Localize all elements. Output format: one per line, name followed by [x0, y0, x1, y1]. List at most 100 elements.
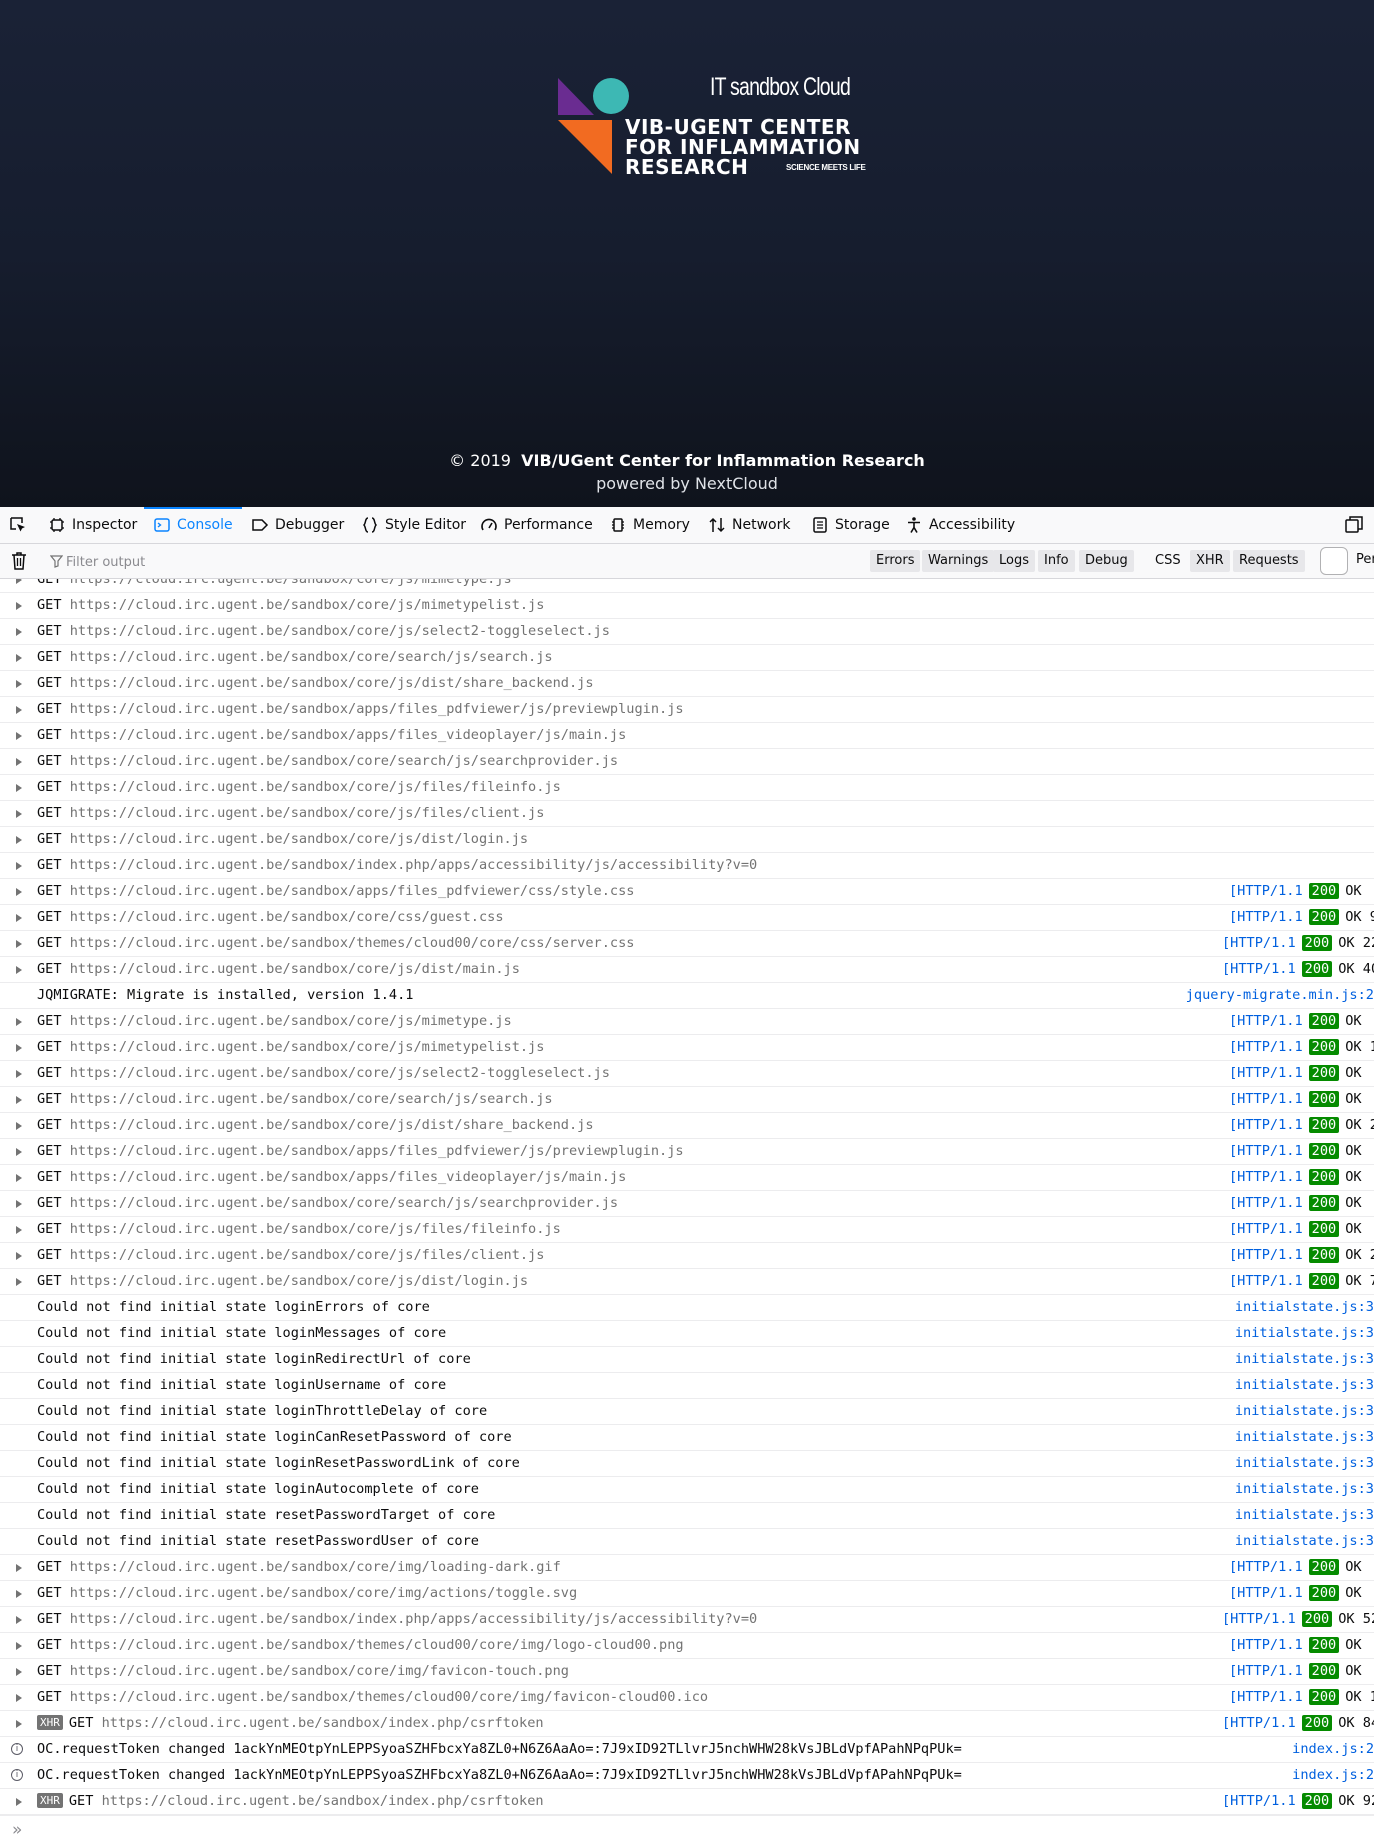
- expand-triangle-icon[interactable]: [16, 1590, 22, 1598]
- network-request-row[interactable]: XHR GET https://cloud.irc.ugent.be/sandbo…: [0, 1711, 1374, 1737]
- request-url[interactable]: https://cloud.irc.ugent.be/sandbox/core/…: [70, 779, 561, 795]
- tab-console[interactable]: Console: [153, 507, 233, 543]
- expand-triangle-icon[interactable]: [16, 1278, 22, 1286]
- tab-network[interactable]: Network: [708, 507, 790, 543]
- network-request-row[interactable]: GET https://cloud.irc.ugent.be/sandbox/c…: [0, 1009, 1374, 1035]
- expand-triangle-icon[interactable]: [16, 654, 22, 662]
- request-url[interactable]: https://cloud.irc.ugent.be/sandbox/core/…: [70, 753, 618, 769]
- expand-triangle-icon[interactable]: [16, 1616, 22, 1624]
- network-request-row[interactable]: GET https://cloud.irc.ugent.be/sandbox/c…: [0, 593, 1374, 619]
- network-request-row[interactable]: GET https://cloud.irc.ugent.be/sandbox/c…: [0, 579, 1374, 593]
- network-request-row[interactable]: GET https://cloud.irc.ugent.be/sandbox/a…: [0, 1139, 1374, 1165]
- network-request-row[interactable]: GET https://cloud.irc.ugent.be/sandbox/c…: [0, 905, 1374, 931]
- request-url[interactable]: https://cloud.irc.ugent.be/sandbox/core/…: [70, 1039, 545, 1055]
- expand-triangle-icon[interactable]: [16, 1798, 22, 1806]
- persist-logs-checkbox[interactable]: [1320, 547, 1348, 575]
- expand-triangle-icon[interactable]: [16, 810, 22, 818]
- network-request-row[interactable]: GET https://cloud.irc.ugent.be/sandbox/c…: [0, 1243, 1374, 1269]
- source-location-link[interactable]: initialstate.js:3: [1235, 1373, 1374, 1398]
- source-location-link[interactable]: initialstate.js:3: [1235, 1321, 1374, 1346]
- expand-triangle-icon[interactable]: [16, 579, 22, 584]
- network-request-row[interactable]: GET https://cloud.irc.ugent.be/sandbox/a…: [0, 879, 1374, 905]
- request-url[interactable]: https://cloud.irc.ugent.be/sandbox/apps/…: [70, 727, 627, 743]
- network-request-row[interactable]: GET https://cloud.irc.ugent.be/sandbox/a…: [0, 1165, 1374, 1191]
- request-url[interactable]: https://cloud.irc.ugent.be/sandbox/index…: [102, 1793, 544, 1809]
- expand-triangle-icon[interactable]: [16, 836, 22, 844]
- source-location-link[interactable]: initialstate.js:3: [1235, 1451, 1374, 1476]
- network-request-row[interactable]: GET https://cloud.irc.ugent.be/sandbox/c…: [0, 801, 1374, 827]
- request-url[interactable]: https://cloud.irc.ugent.be/sandbox/index…: [70, 857, 757, 873]
- request-url[interactable]: https://cloud.irc.ugent.be/sandbox/core/…: [70, 579, 512, 587]
- source-location-link[interactable]: index.js:2: [1292, 1737, 1374, 1762]
- copyright-owner-link[interactable]: VIB/UGent Center for Inflammation Resear…: [521, 451, 925, 470]
- expand-triangle-icon[interactable]: [16, 1564, 22, 1572]
- expand-triangle-icon[interactable]: [16, 1642, 22, 1650]
- expand-triangle-icon[interactable]: [16, 1122, 22, 1130]
- filter-requests-button[interactable]: Requests: [1233, 550, 1305, 572]
- request-url[interactable]: https://cloud.irc.ugent.be/sandbox/index…: [102, 1715, 544, 1731]
- expand-triangle-icon[interactable]: [16, 1096, 22, 1104]
- source-location-link[interactable]: initialstate.js:3: [1235, 1399, 1374, 1424]
- network-request-row[interactable]: GET https://cloud.irc.ugent.be/sandbox/c…: [0, 957, 1374, 983]
- request-url[interactable]: https://cloud.irc.ugent.be/sandbox/core/…: [70, 1273, 528, 1289]
- network-request-row[interactable]: GET https://cloud.irc.ugent.be/sandbox/t…: [0, 1685, 1374, 1711]
- expand-triangle-icon[interactable]: [16, 1070, 22, 1078]
- request-url[interactable]: https://cloud.irc.ugent.be/sandbox/core/…: [70, 623, 610, 639]
- network-request-row[interactable]: GET https://cloud.irc.ugent.be/sandbox/c…: [0, 1555, 1374, 1581]
- request-url[interactable]: https://cloud.irc.ugent.be/sandbox/apps/…: [70, 701, 684, 717]
- network-request-row[interactable]: GET https://cloud.irc.ugent.be/sandbox/c…: [0, 1087, 1374, 1113]
- network-request-row[interactable]: GET https://cloud.irc.ugent.be/sandbox/c…: [0, 749, 1374, 775]
- network-request-row[interactable]: GET https://cloud.irc.ugent.be/sandbox/t…: [0, 931, 1374, 957]
- expand-triangle-icon[interactable]: [16, 1148, 22, 1156]
- request-url[interactable]: https://cloud.irc.ugent.be/sandbox/core/…: [70, 1065, 610, 1081]
- network-request-row[interactable]: GET https://cloud.irc.ugent.be/sandbox/c…: [0, 775, 1374, 801]
- tab-performance[interactable]: Performance: [480, 507, 593, 543]
- expand-triangle-icon[interactable]: [16, 1226, 22, 1234]
- network-request-row[interactable]: GET https://cloud.irc.ugent.be/sandbox/c…: [0, 1659, 1374, 1685]
- request-url[interactable]: https://cloud.irc.ugent.be/sandbox/theme…: [70, 935, 635, 951]
- expand-triangle-icon[interactable]: [16, 1720, 22, 1728]
- request-url[interactable]: https://cloud.irc.ugent.be/sandbox/apps/…: [70, 1143, 684, 1159]
- expand-triangle-icon[interactable]: [16, 1044, 22, 1052]
- expand-triangle-icon[interactable]: [16, 966, 22, 974]
- request-url[interactable]: https://cloud.irc.ugent.be/sandbox/core/…: [70, 1195, 618, 1211]
- network-request-row[interactable]: GET https://cloud.irc.ugent.be/sandbox/c…: [0, 619, 1374, 645]
- network-request-row[interactable]: GET https://cloud.irc.ugent.be/sandbox/a…: [0, 723, 1374, 749]
- request-url[interactable]: https://cloud.irc.ugent.be/sandbox/apps/…: [70, 883, 635, 899]
- network-request-row[interactable]: GET https://cloud.irc.ugent.be/sandbox/t…: [0, 1633, 1374, 1659]
- filter-debug-button[interactable]: Debug: [1079, 550, 1134, 572]
- expand-triangle-icon[interactable]: [16, 628, 22, 636]
- filter-xhr-button[interactable]: XHR: [1190, 550, 1230, 572]
- tab-memory[interactable]: Memory: [609, 507, 690, 543]
- request-url[interactable]: https://cloud.irc.ugent.be/sandbox/theme…: [70, 1637, 684, 1653]
- element-picker-button[interactable]: [8, 507, 28, 543]
- expand-triangle-icon[interactable]: [16, 1252, 22, 1260]
- expand-triangle-icon[interactable]: [16, 914, 22, 922]
- source-location-link[interactable]: initialstate.js:3: [1235, 1529, 1374, 1554]
- request-url[interactable]: https://cloud.irc.ugent.be/sandbox/core/…: [70, 961, 520, 977]
- expand-triangle-icon[interactable]: [16, 732, 22, 740]
- trash-icon[interactable]: [9, 550, 29, 572]
- console-input[interactable]: »: [0, 1815, 1374, 1841]
- request-url[interactable]: https://cloud.irc.ugent.be/sandbox/index…: [70, 1611, 757, 1627]
- request-url[interactable]: https://cloud.irc.ugent.be/sandbox/core/…: [70, 675, 594, 691]
- request-url[interactable]: https://cloud.irc.ugent.be/sandbox/core/…: [70, 1585, 577, 1601]
- network-request-row[interactable]: GET https://cloud.irc.ugent.be/sandbox/a…: [0, 697, 1374, 723]
- source-location-link[interactable]: initialstate.js:3: [1235, 1425, 1374, 1450]
- network-request-row[interactable]: GET https://cloud.irc.ugent.be/sandbox/c…: [0, 1217, 1374, 1243]
- expand-triangle-icon[interactable]: [16, 1200, 22, 1208]
- network-request-row[interactable]: GET https://cloud.irc.ugent.be/sandbox/c…: [0, 671, 1374, 697]
- expand-triangle-icon[interactable]: [16, 1174, 22, 1182]
- filter-css-button[interactable]: CSS: [1149, 550, 1187, 572]
- expand-triangle-icon[interactable]: [16, 784, 22, 792]
- request-url[interactable]: https://cloud.irc.ugent.be/sandbox/theme…: [70, 1689, 708, 1705]
- source-location-link[interactable]: jquery-migrate.min.js:2: [1186, 983, 1374, 1008]
- network-request-row[interactable]: GET https://cloud.irc.ugent.be/sandbox/c…: [0, 1061, 1374, 1087]
- console-output[interactable]: GET https://cloud.irc.ugent.be/sandbox/c…: [0, 579, 1374, 1815]
- tab-accessibility[interactable]: Accessibility: [905, 507, 1015, 543]
- tab-style-editor[interactable]: Style Editor: [361, 507, 466, 543]
- expand-triangle-icon[interactable]: [16, 1018, 22, 1026]
- tab-debugger[interactable]: Debugger: [251, 507, 344, 543]
- request-url[interactable]: https://cloud.irc.ugent.be/sandbox/core/…: [70, 805, 545, 821]
- expand-triangle-icon[interactable]: [16, 706, 22, 714]
